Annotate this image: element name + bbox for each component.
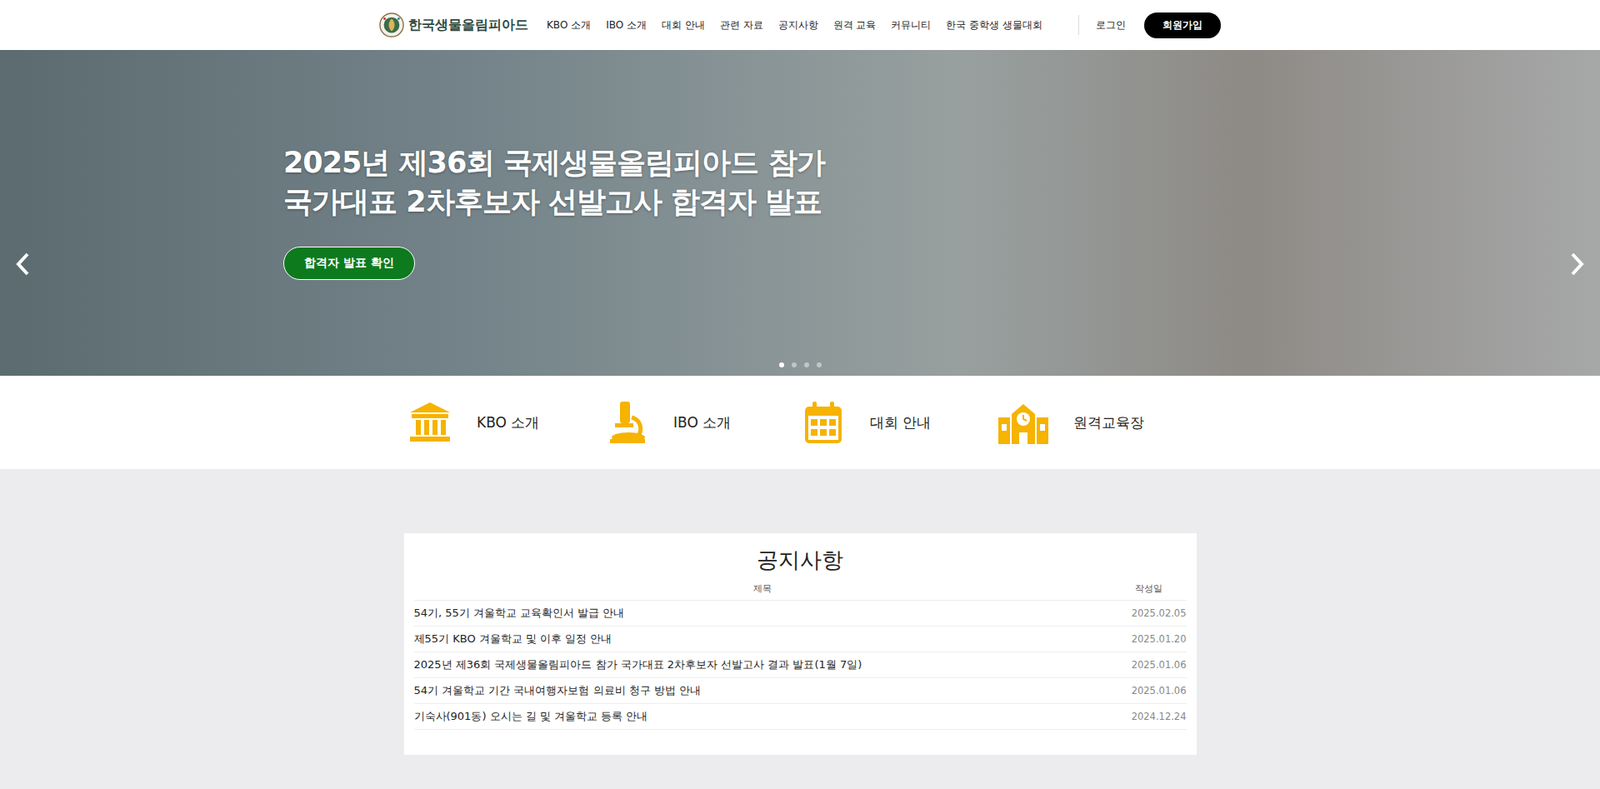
prev-arrow-icon[interactable]: [15, 251, 32, 277]
signup-button[interactable]: 회원가입: [1144, 12, 1221, 39]
notice-row-date: 2025.02.05: [1111, 607, 1187, 620]
column-header: 제목: [414, 582, 1112, 595]
notice-row-date: 2024.12.24: [1111, 710, 1187, 723]
quick-link[interactable]: IBO 소개: [603, 399, 800, 446]
page: 한국생물올림피아드KBO 소개IBO 소개대회 안내관련 자료공지사항원격 교육…: [0, 0, 1600, 789]
notice-row-date: 2025.01.20: [1111, 633, 1187, 645]
notice-row[interactable]: 54기, 55기 겨울학교 교육확인서 발급 안내2025.02.05: [414, 600, 1187, 627]
quick-link-label: KBO 소개: [476, 413, 540, 433]
quick-link[interactable]: KBO 소개: [406, 399, 604, 446]
school-icon: [996, 399, 1050, 446]
table-header: 제목작성일: [414, 576, 1187, 601]
login-link[interactable]: 로그인: [1095, 18, 1126, 33]
notice-row[interactable]: 2025년 제36회 국제생물올림피아드 참가 국가대표 2차후보자 선발고사 …: [414, 652, 1187, 679]
quick-link-label: 대회 안내: [870, 413, 931, 433]
hero-slider: 2025년 제36회 국제생물올림피아드 참가국가대표 2차후보자 선발고사 합…: [0, 50, 1600, 376]
nav-item[interactable]: 커뮤니티: [890, 18, 931, 33]
logo-text: 한국생물올림피아드: [408, 16, 529, 35]
nav-item[interactable]: 원격 교육: [833, 18, 877, 33]
notice-row[interactable]: 54기 겨울학교 기간 국내여행자보험 의료비 청구 방법 안내2025.01.…: [414, 678, 1187, 705]
content-area: 공지사항제목작성일54기, 55기 겨울학교 교육확인서 발급 안내2025.0…: [0, 469, 1600, 789]
notice-row[interactable]: 기숙사(901동) 오시는 길 및 겨울학교 등록 안내2024.12.24: [414, 704, 1187, 730]
slider-dot[interactable]: [779, 362, 785, 368]
notice-row-title: 기숙사(901동) 오시는 길 및 겨울학교 등록 안내: [414, 709, 1112, 725]
main-nav: KBO 소개 IBO 소개 대회 안내 관련 자료 공지사항 원격 교육 커뮤니티 한국 중학…: [546, 18, 1043, 33]
notice-row[interactable]: 제55기 KBO 겨울학교 및 이후 일정 안내2025.01.20: [414, 626, 1187, 653]
building-icon: [406, 399, 454, 446]
quick-links: KBO 소개 IBO 소개 대회 안내 원격교육장: [0, 375, 1600, 470]
notice-row-date: 2025.01.06: [1111, 685, 1187, 697]
hero-title: 2025년 제36회 국제생물올림피아드 참가국가대표 2차후보자 선발고사 합…: [283, 143, 825, 222]
result-button[interactable]: 합격자 발표 확인: [283, 246, 415, 280]
notice-title: 공지사항: [414, 543, 1187, 577]
slider-dot[interactable]: [804, 362, 810, 368]
slider-dot[interactable]: [791, 362, 797, 368]
divider: [1078, 15, 1080, 35]
emblem-icon: [379, 12, 405, 38]
slider-dots: [0, 362, 1600, 368]
quick-link[interactable]: 원격교육장: [996, 399, 1194, 446]
slider-dot[interactable]: [816, 362, 822, 368]
nav-item[interactable]: 공지사항: [778, 18, 819, 33]
nav-item[interactable]: 관련 자료: [720, 18, 764, 33]
notice-row-title: 제55기 KBO 겨울학교 및 이후 일정 안내: [414, 631, 1112, 647]
notice-board: 공지사항제목작성일54기, 55기 겨울학교 교육확인서 발급 안내2025.0…: [404, 533, 1197, 755]
next-arrow-icon[interactable]: [1568, 251, 1585, 277]
quick-link[interactable]: 대회 안내: [800, 399, 997, 446]
column-header: 작성일: [1111, 582, 1187, 595]
quick-link-label: 원격교육장: [1073, 413, 1145, 433]
notice-row-date: 2025.01.06: [1111, 659, 1187, 671]
header: 한국생물올림피아드 KBO 소개 IBO 소개 대회 안내 관련 자료 공지사항 원격 교육…: [0, 0, 1600, 50]
logo[interactable]: 한국생물올림피아드: [379, 12, 529, 38]
calendar-icon: [800, 399, 847, 446]
nav-item[interactable]: KBO 소개: [546, 18, 591, 33]
quick-link-label: IBO 소개: [673, 413, 731, 433]
notice-row-title: 54기, 55기 겨울학교 교육확인서 발급 안내: [414, 605, 1112, 621]
microscope-icon: [603, 399, 650, 446]
notice-row-title: 54기 겨울학교 기간 국내여행자보험 의료비 청구 방법 안내: [414, 683, 1112, 699]
notice-row-title: 2025년 제36회 국제생물올림피아드 참가 국가대표 2차후보자 선발고사 …: [414, 657, 1112, 673]
nav-item[interactable]: IBO 소개: [605, 18, 647, 33]
nav-item[interactable]: 대회 안내: [661, 18, 705, 33]
nav-item[interactable]: 한국 중학생 생물대회: [945, 18, 1043, 33]
